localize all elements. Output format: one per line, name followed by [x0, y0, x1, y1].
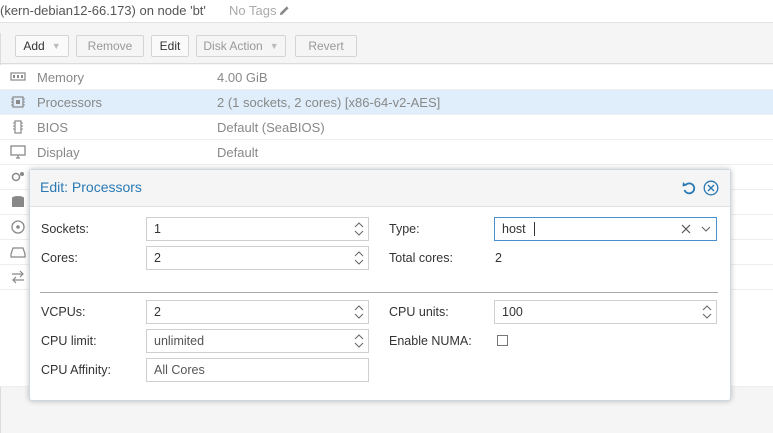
gears-icon	[11, 172, 24, 182]
row-value: Default	[217, 145, 259, 160]
chevron-down-icon: ▼	[51, 41, 61, 51]
cores-field[interactable]: 2	[146, 246, 369, 270]
spinner-icon[interactable]	[354, 250, 364, 266]
hardware-row-processors[interactable]: Processors 2 (1 sockets, 2 cores) [x86-6…	[0, 90, 773, 115]
dialog-title: Edit: Processors	[40, 179, 142, 195]
spinner-icon[interactable]	[354, 304, 364, 320]
vcpus-label: VCPUs:	[41, 305, 86, 319]
cpu-units-label: CPU units:	[389, 305, 449, 319]
cpu-units-field[interactable]: 100	[494, 300, 717, 324]
exchange-icon	[12, 270, 24, 284]
clear-icon[interactable]	[681, 224, 691, 234]
tags-label: No Tags	[229, 3, 277, 18]
vm-header: (kern-debian12-66.173) on node 'bt' No T…	[0, 0, 773, 22]
disk-action-label: Disk Action	[203, 39, 263, 53]
vm-title: (kern-debian12-66.173) on node 'bt'	[0, 3, 206, 18]
add-button-label: Add	[23, 39, 45, 53]
cpu-units-value: 100	[502, 305, 523, 319]
vcpus-value: 2	[154, 305, 161, 319]
remove-button-label: Remove	[87, 39, 133, 53]
cpu-limit-value: unlimited	[154, 334, 205, 348]
cpu-type-combo[interactable]: host	[494, 217, 717, 241]
edit-button-label: Edit	[159, 39, 181, 53]
drive-icon	[10, 247, 26, 258]
row-value: 2 (1 sockets, 2 cores) [x86-64-v2-AES]	[217, 95, 441, 110]
total-cores-value: 2	[495, 251, 502, 265]
row-key: Display	[37, 145, 80, 160]
cores-value: 2	[154, 251, 161, 265]
sockets-value: 1	[154, 222, 161, 236]
database-icon	[12, 196, 24, 207]
row-value: 4.00 GiB	[217, 70, 268, 85]
revert-button[interactable]: Revert	[295, 35, 357, 57]
remove-button[interactable]: Remove	[76, 35, 144, 57]
cpu-limit-label: CPU limit:	[41, 334, 97, 348]
row-key: BIOS	[37, 120, 69, 135]
hardware-row-display[interactable]: Display Default	[0, 140, 773, 165]
text-cursor	[534, 222, 535, 236]
reset-icon[interactable]	[681, 180, 697, 196]
spinner-icon[interactable]	[702, 304, 712, 320]
section-divider	[40, 292, 718, 293]
sockets-field[interactable]: 1	[146, 217, 369, 241]
row-key: Processors	[37, 95, 103, 110]
row-value: Default (SeaBIOS)	[217, 120, 325, 135]
cpu-affinity-value: All Cores	[154, 363, 205, 377]
chevron-down-icon[interactable]	[701, 225, 711, 233]
cpu-type-value: host	[502, 222, 526, 236]
close-icon[interactable]	[703, 180, 719, 196]
cdrom-icon	[11, 220, 25, 234]
sockets-label: Sockets:	[41, 222, 89, 236]
total-cores-label: Total cores:	[389, 251, 453, 265]
dialog-header: Edit: Processors	[30, 170, 730, 207]
chevron-down-icon: ▼	[269, 41, 279, 51]
enable-numa-checkbox[interactable]	[497, 335, 508, 346]
add-button[interactable]: Add ▼	[15, 35, 69, 57]
vcpus-field[interactable]: 2	[146, 300, 369, 324]
cpu-affinity-field[interactable]: All Cores	[146, 358, 369, 382]
edit-button[interactable]: Edit	[151, 35, 189, 57]
row-key: Memory	[37, 70, 84, 85]
bios-icon	[13, 120, 23, 134]
spinner-icon[interactable]	[354, 221, 364, 237]
cores-label: Cores:	[41, 251, 78, 265]
disk-action-button[interactable]: Disk Action ▼	[196, 35, 286, 57]
spinner-icon[interactable]	[354, 333, 364, 349]
cpu-icon	[11, 96, 25, 108]
hardware-row-memory[interactable]: Memory 4.00 GiB	[0, 65, 773, 90]
pencil-icon[interactable]	[279, 5, 290, 16]
enable-numa-label: Enable NUMA:	[389, 334, 472, 348]
hardware-row-bios[interactable]: BIOS Default (SeaBIOS)	[0, 115, 773, 140]
edit-processors-dialog: Edit: Processors Sockets: 1 Cores: 2 Typ…	[29, 169, 731, 401]
cpu-affinity-label: CPU Affinity:	[41, 363, 111, 377]
cpu-limit-field[interactable]: unlimited	[146, 329, 369, 353]
display-icon	[10, 145, 26, 159]
memory-icon	[10, 72, 26, 81]
tags-area[interactable]: No Tags	[229, 3, 290, 18]
type-label: Type:	[389, 222, 420, 236]
revert-button-label: Revert	[308, 39, 344, 53]
